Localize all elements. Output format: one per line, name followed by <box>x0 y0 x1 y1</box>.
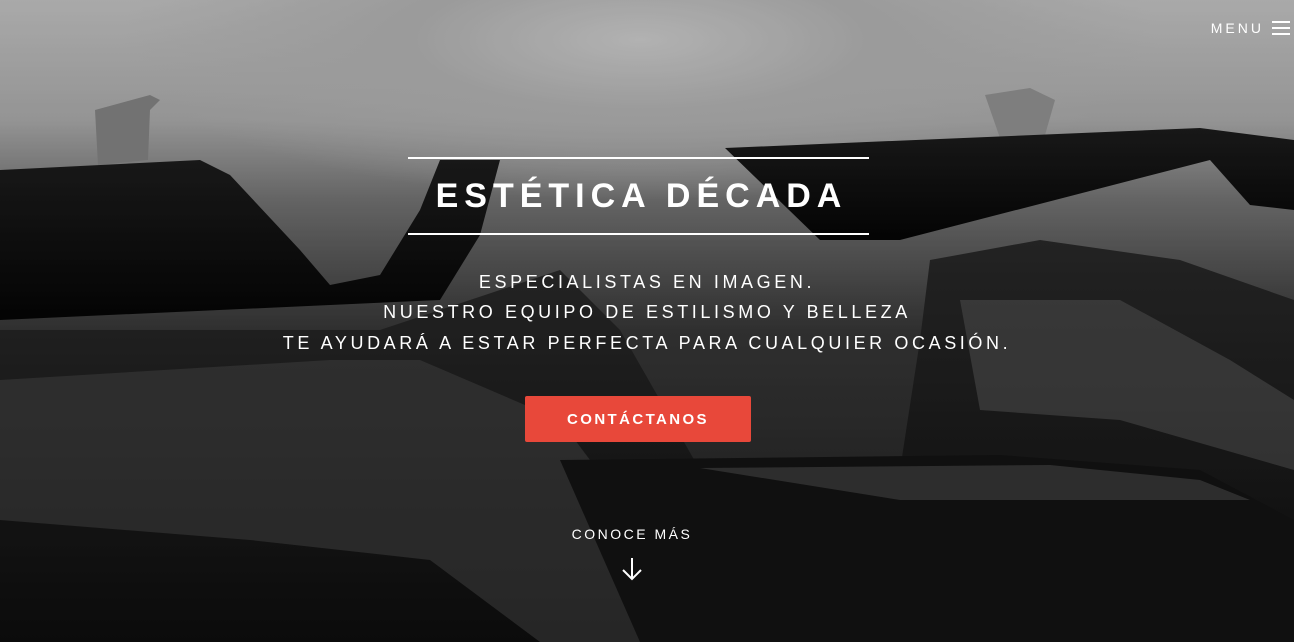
menu-label: MENU <box>1210 20 1264 36</box>
page-title: ESTÉTICA DÉCADA <box>435 176 848 215</box>
learn-more-link[interactable]: CONOCE MÁS <box>532 526 732 582</box>
title-frame: ESTÉTICA DÉCADA <box>408 157 869 235</box>
contact-button[interactable]: CONTÁCTANOS <box>525 396 751 442</box>
tagline-line-2: NUESTRO EQUIPO DE ESTILISMO Y BELLEZA <box>383 302 911 322</box>
learn-more-label: CONOCE MÁS <box>571 526 693 542</box>
tagline-line-1: ESPECIALISTAS EN IMAGEN. <box>478 272 816 292</box>
hamburger-icon[interactable] <box>1272 20 1290 36</box>
tagline-line-3: TE AYUDARÁ A ESTAR PERFECTA PARA CUALQUI… <box>282 333 1012 353</box>
hero-section: MENU ESTÉTICA DÉCADA ESPECIALISTAS EN IM… <box>0 0 1294 642</box>
menu-button[interactable]: MENU <box>1184 16 1294 40</box>
arrow-down-icon[interactable] <box>620 556 644 582</box>
